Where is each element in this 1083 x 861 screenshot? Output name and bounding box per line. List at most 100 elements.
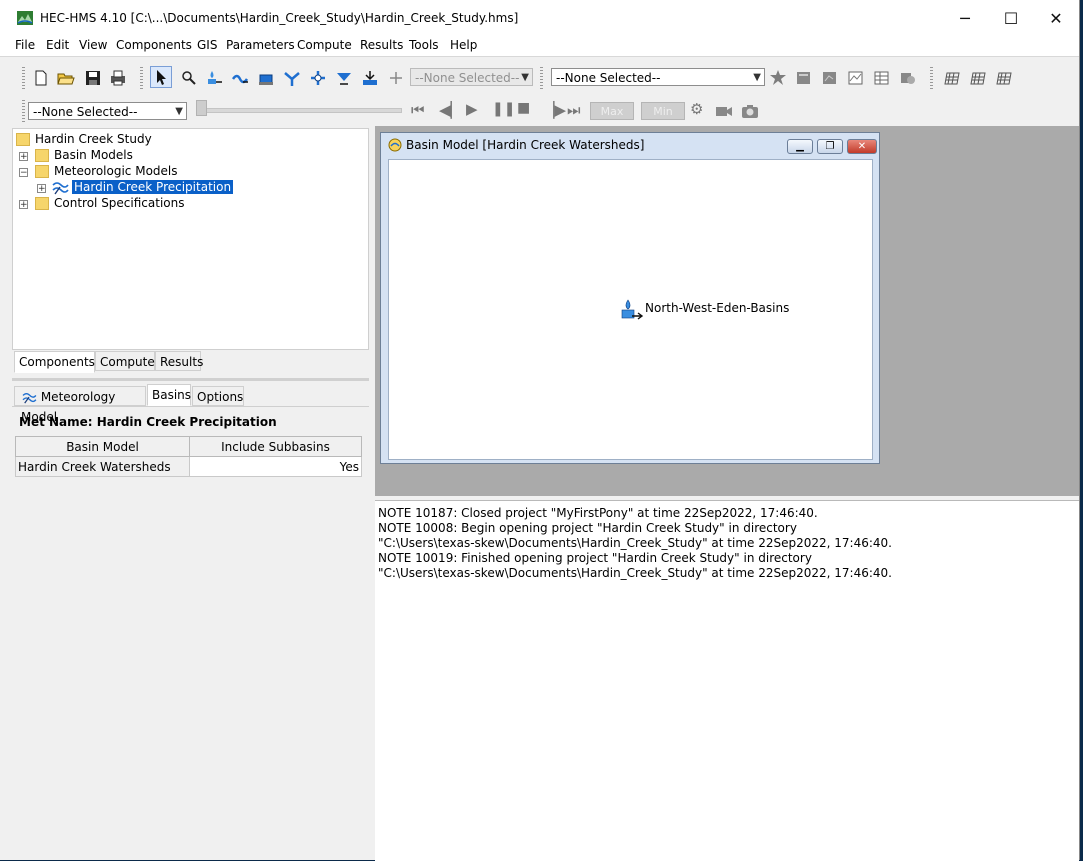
- reservoir-tool-icon[interactable]: [257, 69, 275, 87]
- log-line: "C:\Users\texas-skew\Documents\Hardin_Cr…: [378, 566, 892, 580]
- maximize-button[interactable]: ☐: [988, 6, 1034, 32]
- expand-icon[interactable]: +: [19, 200, 28, 210]
- menu-results[interactable]: Results: [360, 38, 403, 52]
- print-icon[interactable]: [109, 69, 127, 87]
- tab-meteorology-model[interactable]: Meteorology Model: [14, 386, 146, 424]
- tree-item-label-selected: Hardin Creek Precipitation: [70, 179, 235, 195]
- tree-root[interactable]: Hardin Creek Study: [16, 131, 152, 147]
- column-header-basin-model[interactable]: Basin Model: [15, 436, 190, 457]
- video-camera-icon[interactable]: [715, 102, 733, 120]
- results-overlay-icon[interactable]: [899, 69, 917, 87]
- minimize-button[interactable]: ─: [942, 6, 988, 32]
- tab-results[interactable]: Results: [155, 351, 203, 371]
- expand-icon[interactable]: +: [37, 184, 46, 194]
- gridded-map-icon[interactable]: [944, 69, 962, 87]
- next-step-icon[interactable]: ▕▶: [543, 101, 566, 119]
- gridded-map-animate-icon[interactable]: [970, 69, 988, 87]
- summary-table-icon[interactable]: [847, 69, 865, 87]
- menu-file[interactable]: File: [15, 38, 35, 52]
- menu-edit[interactable]: Edit: [46, 38, 69, 52]
- time-window-combo[interactable]: --None Selected-- ▼: [28, 102, 187, 120]
- previous-step-icon[interactable]: ◀▏: [439, 101, 462, 119]
- reach-tool-icon[interactable]: [231, 69, 249, 87]
- menu-compute[interactable]: Compute: [297, 38, 352, 52]
- column-header-include-subbasins[interactable]: Include Subbasins: [189, 436, 362, 457]
- min-button[interactable]: Min: [641, 102, 685, 120]
- toolbar-grip[interactable]: [22, 67, 25, 89]
- settings-gear-icon[interactable]: ⚙: [690, 100, 703, 118]
- hec-hms-app-icon: [17, 11, 33, 25]
- sink-tool-icon[interactable]: [361, 69, 379, 87]
- basin-map-canvas[interactable]: North-West-Eden-Basins: [388, 159, 873, 460]
- tree-item-hardin-creek-precipitation[interactable]: Hardin Creek Precipitation: [51, 179, 235, 195]
- menu-gis[interactable]: GIS: [197, 38, 217, 52]
- tree-item-basin-models[interactable]: Basin Models: [35, 147, 133, 163]
- stop-icon[interactable]: ■: [517, 100, 530, 116]
- folder-icon: [35, 165, 49, 178]
- inner-close-button[interactable]: ✕: [847, 139, 877, 154]
- include-subbasins-cell[interactable]: Yes: [189, 456, 362, 477]
- global-summary-icon[interactable]: [795, 69, 813, 87]
- tree-root-label: Hardin Creek Study: [35, 132, 152, 146]
- compute-burst-icon[interactable]: [769, 69, 787, 87]
- time-slider-thumb[interactable]: [196, 100, 207, 116]
- tab-compute[interactable]: Compute: [95, 351, 155, 371]
- tree-item-meteorologic-models[interactable]: Meteorologic Models: [35, 163, 178, 179]
- source-tool-icon[interactable]: [335, 69, 353, 87]
- diversion-tool-icon[interactable]: [309, 69, 327, 87]
- pane-splitter[interactable]: [12, 378, 369, 381]
- close-button[interactable]: ✕: [1033, 6, 1079, 32]
- menu-components[interactable]: Components: [116, 38, 192, 52]
- chevron-down-icon: ▼: [175, 106, 183, 117]
- pause-icon[interactable]: ❚❚: [492, 101, 515, 117]
- max-button[interactable]: Max: [590, 102, 634, 120]
- toolbar-grip[interactable]: [140, 67, 143, 89]
- first-step-icon[interactable]: ⏮: [411, 101, 425, 119]
- element-selector-value: --None Selected--: [415, 71, 520, 85]
- collapse-icon[interactable]: −: [19, 168, 28, 178]
- last-step-icon[interactable]: ⏭: [567, 101, 581, 119]
- inner-minimize-button[interactable]: ▁: [787, 139, 813, 154]
- add-element-icon[interactable]: [387, 69, 405, 87]
- simulation-run-combo[interactable]: --None Selected-- ▼: [551, 68, 765, 86]
- tree-item-label: Basin Models: [54, 148, 133, 162]
- zoom-icon[interactable]: [180, 69, 198, 87]
- element-graph-icon[interactable]: [821, 69, 839, 87]
- subbasin-element-label[interactable]: North-West-Eden-Basins: [645, 301, 789, 315]
- log-line: NOTE 10008: Begin opening project "Hardi…: [378, 521, 797, 535]
- tree-item-control-specifications[interactable]: Control Specifications: [35, 195, 185, 211]
- subbasin-element-icon[interactable]: [620, 299, 644, 321]
- subbasin-tool-icon[interactable]: [205, 69, 223, 87]
- menu-view[interactable]: View: [79, 38, 107, 52]
- folder-icon: [16, 133, 30, 146]
- time-slider-track[interactable]: [200, 108, 402, 113]
- table-row: Hardin Creek Watersheds Yes: [15, 456, 362, 477]
- log-line: NOTE 10187: Closed project "MyFirstPony"…: [378, 506, 818, 520]
- open-folder-icon[interactable]: [57, 69, 75, 87]
- menu-parameters[interactable]: Parameters: [226, 38, 295, 52]
- element-selector-combo[interactable]: --None Selected-- ▼: [410, 68, 533, 86]
- time-series-table-icon[interactable]: [873, 69, 891, 87]
- arrow-tool-button[interactable]: [150, 66, 172, 88]
- expand-icon[interactable]: +: [19, 152, 28, 162]
- save-icon[interactable]: [84, 69, 102, 87]
- window-title: HEC-HMS 4.10 [C:\...\Documents\Hardin_Cr…: [40, 11, 519, 25]
- inner-restore-button[interactable]: ❐: [817, 139, 843, 154]
- play-icon[interactable]: ▶: [466, 100, 478, 118]
- tab-components[interactable]: Components: [14, 351, 95, 373]
- junction-tool-icon[interactable]: [283, 69, 301, 87]
- tab-options[interactable]: Options: [192, 386, 244, 406]
- menu-help[interactable]: Help: [450, 38, 477, 52]
- basin-model-window: Basin Model [Hardin Creek Watersheds] ▁ …: [380, 132, 880, 464]
- toolbar-grip[interactable]: [22, 100, 25, 122]
- toolbar-grip[interactable]: [930, 67, 933, 89]
- menu-tools[interactable]: Tools: [409, 38, 439, 52]
- camera-icon[interactable]: [741, 102, 759, 120]
- chevron-down-icon: ▼: [753, 72, 761, 83]
- tab-basins[interactable]: Basins: [147, 384, 191, 406]
- title-bar: HEC-HMS 4.10 [C:\...\Documents\Hardin_Cr…: [0, 0, 1079, 36]
- new-file-icon[interactable]: [32, 69, 50, 87]
- toolbar-grip[interactable]: [540, 67, 543, 89]
- gridded-map-export-icon[interactable]: [996, 69, 1014, 87]
- meteorologic-model-icon: [22, 392, 37, 403]
